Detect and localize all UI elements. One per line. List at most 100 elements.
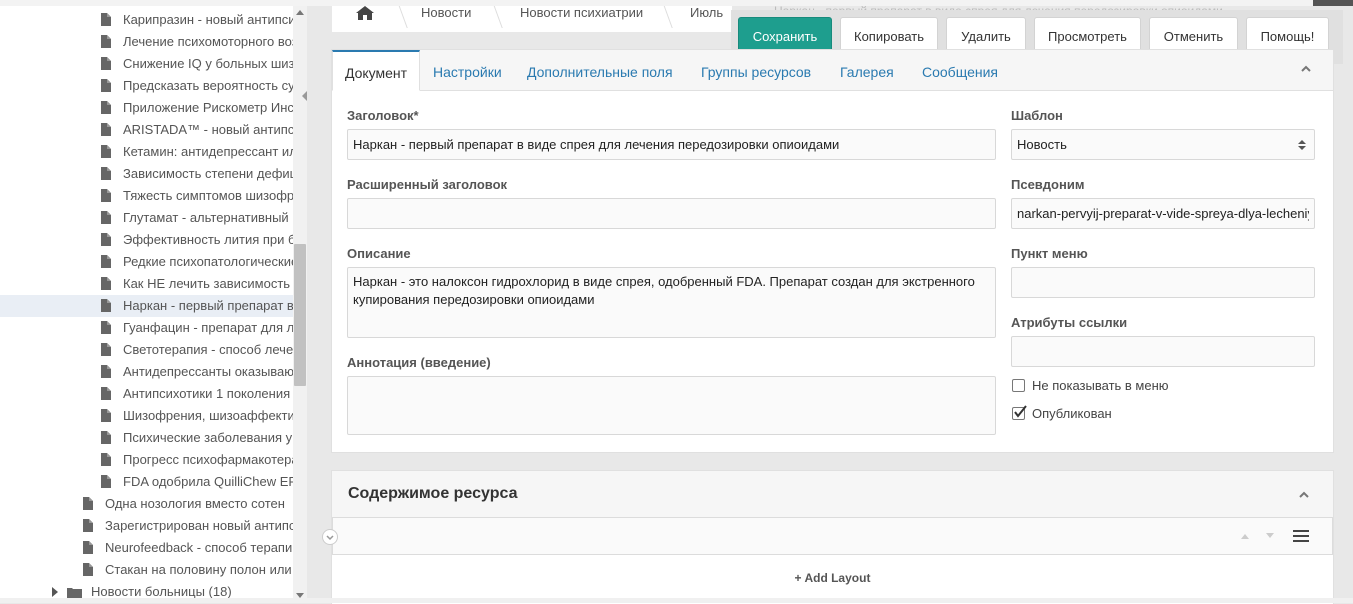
document-icon (83, 497, 93, 510)
tree-item[interactable]: Антипсихотики 1 поколения (0, 383, 293, 405)
scroll-up-arrow-icon[interactable] (296, 10, 304, 15)
document-icon (101, 343, 111, 356)
tree-item-label: Снижение IQ у больных шизофренией (123, 56, 293, 71)
tree-item-label: Светотерапия - способ лечения (123, 342, 293, 357)
checkmark-icon (1014, 405, 1027, 418)
document-icon (101, 233, 111, 246)
move-down-arrow-icon[interactable] (1265, 532, 1275, 540)
tree-item-label: Эффективность лития при биполярном (123, 232, 293, 247)
introtext-textarea[interactable] (347, 376, 996, 435)
expand-arrow-icon[interactable] (52, 587, 58, 597)
content-panel-header: Содержимое ресурса (332, 471, 1333, 517)
title-input[interactable] (347, 129, 996, 160)
menutitle-input[interactable] (1011, 267, 1315, 298)
tree-item-label: Новости больницы (18) (91, 584, 232, 599)
move-up-arrow-icon[interactable] (1240, 532, 1250, 540)
document-icon (101, 453, 111, 466)
tab-messages[interactable]: Сообщения (922, 50, 998, 90)
tree-item[interactable]: Тяжесть симптомов шизофрении (0, 185, 293, 207)
tree-item[interactable]: Психические заболевания у (0, 427, 293, 449)
tree-item[interactable]: Наркан - первый препарат в виде (0, 295, 293, 317)
tree-item-label: Редкие психопатологические (123, 254, 293, 269)
tree-item[interactable]: Эффективность лития при биполярном (0, 229, 293, 251)
document-panel: Документ Настройки Дополнительные поля Г… (331, 49, 1334, 453)
document-icon (83, 563, 93, 576)
published-label: Опубликован (1032, 406, 1112, 421)
tree-item[interactable]: Редкие психопатологические (0, 251, 293, 273)
hide-menu-label: Не показывать в меню (1032, 378, 1169, 393)
tree-item[interactable]: Предсказать вероятность суицида (0, 75, 293, 97)
tree-item-label: Лечение психомоторного возбуждения (123, 34, 293, 49)
tree-item[interactable]: Одна нозология вместо сотен (0, 493, 293, 515)
bottom-strip (0, 598, 1353, 603)
tree-item[interactable]: Шизофрения, шизоаффективное (0, 405, 293, 427)
tree-item[interactable]: Прогресс психофармакотерапии (0, 449, 293, 471)
document-icon (101, 211, 111, 224)
tree-item-label: ARISTADA™ - новый антипсихотик (123, 122, 293, 137)
folder-icon (67, 586, 82, 598)
tab-resource-groups[interactable]: Группы ресурсов (701, 50, 811, 90)
tree-item-label: Шизофрения, шизоаффективное (123, 408, 293, 423)
description-textarea[interactable]: Наркан - это налоксон гидрохлорид в виде… (347, 267, 996, 338)
tree-item[interactable]: Карипразин - новый антипсихотик (0, 9, 293, 31)
tree-item[interactable]: Гуанфацин - препарат для лечения (0, 317, 293, 339)
document-icon (101, 13, 111, 26)
hamburger-menu-icon[interactable] (1293, 530, 1309, 542)
tree-item[interactable]: ARISTADA™ - новый антипсихотик (0, 119, 293, 141)
tree-item[interactable]: Снижение IQ у больных шизофренией (0, 53, 293, 75)
document-icon (101, 409, 111, 422)
breadcrumb-item-psychiatry-news[interactable]: Новости психиатрии (520, 6, 643, 20)
tree-item[interactable]: Кетамин: антидепрессант или (0, 141, 293, 163)
tree-item[interactable]: Приложение Рискометр Инсульта (0, 97, 293, 119)
chevron-up-icon[interactable] (1301, 64, 1311, 74)
hide-menu-checkbox[interactable] (1012, 379, 1025, 392)
chevron-up-icon[interactable] (1299, 490, 1309, 500)
tree-item-label: Антидепрессанты оказывают (123, 364, 293, 379)
tab-settings[interactable]: Настройки (433, 50, 502, 90)
tree-item-label: Neurofeedback - способ терапии (105, 540, 293, 555)
home-icon[interactable] (356, 6, 374, 20)
tree-item[interactable]: Стакан на половину полон или (0, 559, 293, 581)
published-checkbox[interactable] (1012, 405, 1027, 420)
document-icon (101, 189, 111, 202)
resource-tree: Карипразин - новый антипсихотик Лечение п… (0, 6, 293, 603)
select-arrows-icon (1298, 140, 1306, 150)
content-panel-title: Содержимое ресурса (348, 485, 518, 502)
longtitle-input[interactable] (347, 198, 996, 229)
layout-row (322, 517, 1333, 555)
tree-item[interactable]: Антидепрессанты оказывают (0, 361, 293, 383)
document-icon (101, 387, 111, 400)
link-attributes-input[interactable] (1011, 336, 1315, 367)
add-layout-button[interactable]: + Add Layout (332, 571, 1333, 585)
tree-item[interactable]: Светотерапия - способ лечения (0, 339, 293, 361)
template-select-value: Новость (1017, 137, 1067, 152)
tree-item[interactable]: Зависимость степени дефицита (0, 163, 293, 185)
collapse-tree-icon[interactable] (299, 84, 311, 108)
tree-item[interactable]: Лечение психомоторного возбуждения (0, 31, 293, 53)
alias-input[interactable] (1011, 198, 1315, 229)
document-icon (101, 35, 111, 48)
tree-item-label: Предсказать вероятность суицида (123, 78, 293, 93)
tree-item[interactable]: FDA одобрила QuilliChew ER (0, 471, 293, 493)
tab-document[interactable]: Документ (332, 50, 420, 91)
tree-item-label: Гуанфацин - препарат для лечения (123, 320, 293, 335)
tree-scroll-thumb[interactable] (294, 244, 306, 386)
tree-item[interactable]: Глутамат - альтернативный (0, 207, 293, 229)
tree-item[interactable]: Как НЕ лечить зависимость (0, 273, 293, 295)
template-select[interactable]: Новость (1011, 129, 1315, 160)
tree-item-label: Приложение Рискометр Инсульта (123, 100, 293, 115)
tree-item-label: Стакан на половину полон или (105, 562, 292, 577)
tree-item[interactable]: Зарегистрирован новый антипсихотик (0, 515, 293, 537)
breadcrumb-separator (662, 6, 673, 28)
tab-extra-fields[interactable]: Дополнительные поля (527, 50, 673, 90)
tab-gallery[interactable]: Галерея (840, 50, 894, 90)
breadcrumb-item-july[interactable]: Июль (690, 6, 723, 20)
template-label: Шаблон (1011, 108, 1063, 123)
breadcrumb-item-news[interactable]: Новости (421, 6, 471, 20)
layout-toggle-icon[interactable] (322, 529, 338, 545)
tree-item-label: Тяжесть симптомов шизофрении (123, 188, 293, 203)
document-icon (101, 277, 111, 290)
tree-item[interactable]: Neurofeedback - способ терапии (0, 537, 293, 559)
document-icon (101, 365, 111, 378)
tree-item-label: Зависимость степени дефицита (123, 166, 293, 181)
